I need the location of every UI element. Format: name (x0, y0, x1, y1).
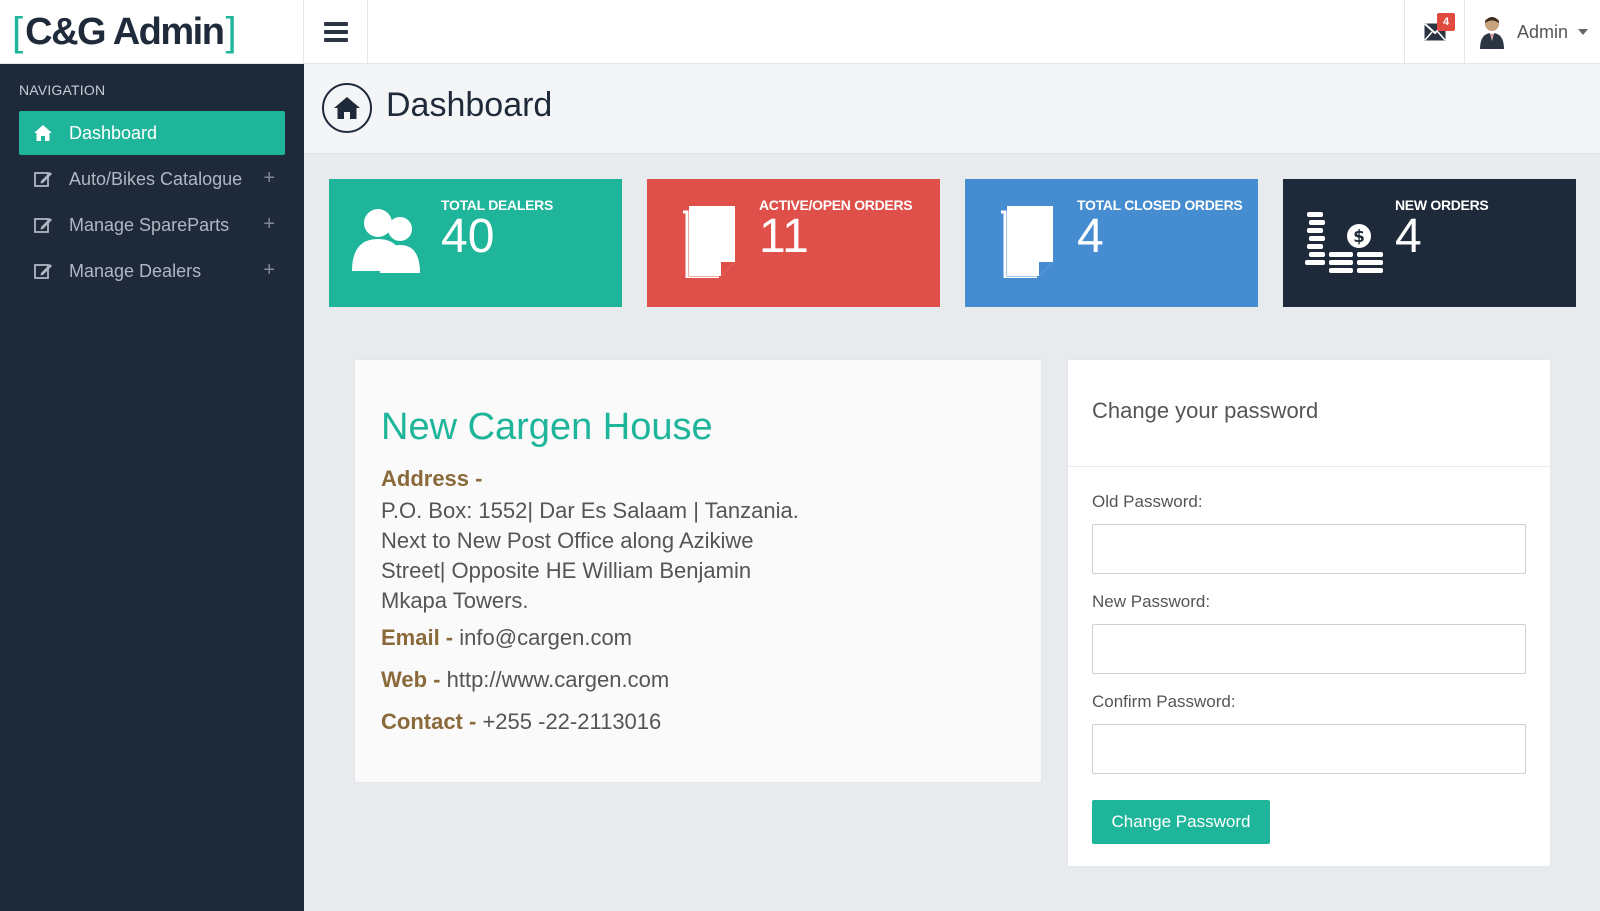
hamburger-icon (323, 22, 348, 42)
old-password-input[interactable] (1092, 524, 1526, 574)
email-value[interactable]: info@cargen.com (459, 625, 632, 650)
sidebar: NAVIGATION Dashboard Auto/Bikes Catalogu… (0, 64, 304, 911)
stat-value: 4 (1077, 210, 1104, 263)
confirm-password-input[interactable] (1092, 724, 1526, 774)
user-name: Admin (1517, 21, 1569, 42)
sidebar-item-dashboard[interactable]: Dashboard (19, 111, 285, 155)
stat-card-closed-orders[interactable]: TOTAL CLOSED ORDERS 4 (965, 179, 1258, 307)
web-value[interactable]: http://www.cargen.com (447, 667, 670, 692)
email-row: Email - info@cargen.com (381, 623, 632, 653)
change-password-button[interactable]: Change Password (1092, 800, 1270, 844)
expand-plus-icon[interactable]: + (263, 213, 275, 236)
home-icon (33, 123, 53, 143)
expand-plus-icon[interactable]: + (263, 259, 275, 282)
brand-name: C&G Admin (25, 11, 225, 53)
new-password-label: New Password: (1092, 592, 1211, 611)
contact-label: Contact - (381, 709, 477, 734)
brand-bracket-close: ] (225, 10, 237, 54)
user-menu[interactable]: Admin (1464, 0, 1600, 64)
messages-count-badge: 4 (1437, 13, 1455, 31)
company-name: New Cargen House (381, 406, 713, 448)
document-icon (667, 199, 751, 283)
address-label-row: Address - (381, 464, 482, 494)
address-text: P.O. Box: 1552| Dar Es Salaam | Tanzania… (381, 498, 799, 613)
menu-toggle-button[interactable] (304, 0, 368, 64)
users-icon (349, 199, 433, 283)
home-icon (322, 83, 372, 133)
top-bar: [ C&G Admin ] 4 Admin (0, 0, 1600, 64)
change-password-title: Change your password (1092, 398, 1319, 423)
sidebar-item-label: Auto/Bikes Catalogue (69, 168, 243, 189)
stat-value: 11 (759, 210, 809, 263)
edit-icon (33, 169, 53, 189)
messages-button[interactable]: 4 (1404, 0, 1464, 64)
sidebar-item-label: Manage SpareParts (69, 214, 230, 235)
document-icon (985, 199, 1069, 283)
edit-icon (33, 215, 53, 235)
contact-value: +255 -22-2113016 (482, 709, 662, 734)
company-info-panel: New Cargen House Address - P.O. Box: 155… (354, 359, 1042, 783)
stat-value: 40 (441, 210, 495, 263)
page-title: Dashboard (386, 86, 553, 124)
edit-icon (33, 261, 53, 281)
sidebar-item-label: Dashboard (69, 122, 158, 143)
caret-down-icon (1578, 29, 1589, 35)
brand-bracket-open: [ (12, 10, 24, 54)
contact-row: Contact - +255 -22-2113016 (381, 707, 661, 737)
stat-card-open-orders[interactable]: ACTIVE/OPEN ORDERS 11 (647, 179, 940, 307)
sidebar-item-catalogue[interactable]: Auto/Bikes Catalogue + (19, 157, 285, 201)
web-row: Web - http://www.cargen.com (381, 665, 669, 695)
old-password-label: Old Password: (1092, 492, 1203, 511)
stat-card-total-dealers[interactable]: TOTAL DEALERS 40 (329, 179, 622, 307)
svg-text:$: $ (1353, 227, 1365, 247)
money-icon: $ (1303, 199, 1387, 283)
stat-card-new-orders[interactable]: $ NEW ORDERS 4 (1283, 179, 1576, 307)
confirm-password-label: Confirm Password: (1092, 692, 1236, 711)
web-label: Web - (381, 667, 441, 692)
new-password-input[interactable] (1092, 624, 1526, 674)
sidebar-item-label: Manage Dealers (69, 260, 202, 281)
address-label: Address - (381, 466, 483, 491)
change-password-header: Change your password (1068, 360, 1550, 467)
email-label: Email - (381, 625, 454, 650)
brand-logo[interactable]: [ C&G Admin ] (0, 0, 304, 64)
nav-heading: NAVIGATION (19, 82, 106, 98)
page-header: Dashboard (304, 64, 1600, 154)
stat-value: 4 (1395, 210, 1422, 263)
expand-plus-icon[interactable]: + (263, 167, 275, 190)
user-avatar-icon (1480, 17, 1504, 49)
sidebar-item-dealers[interactable]: Manage Dealers + (19, 249, 285, 293)
sidebar-item-spareparts[interactable]: Manage SpareParts + (19, 203, 285, 247)
change-password-panel: Change your password Old Password: New P… (1067, 359, 1551, 867)
